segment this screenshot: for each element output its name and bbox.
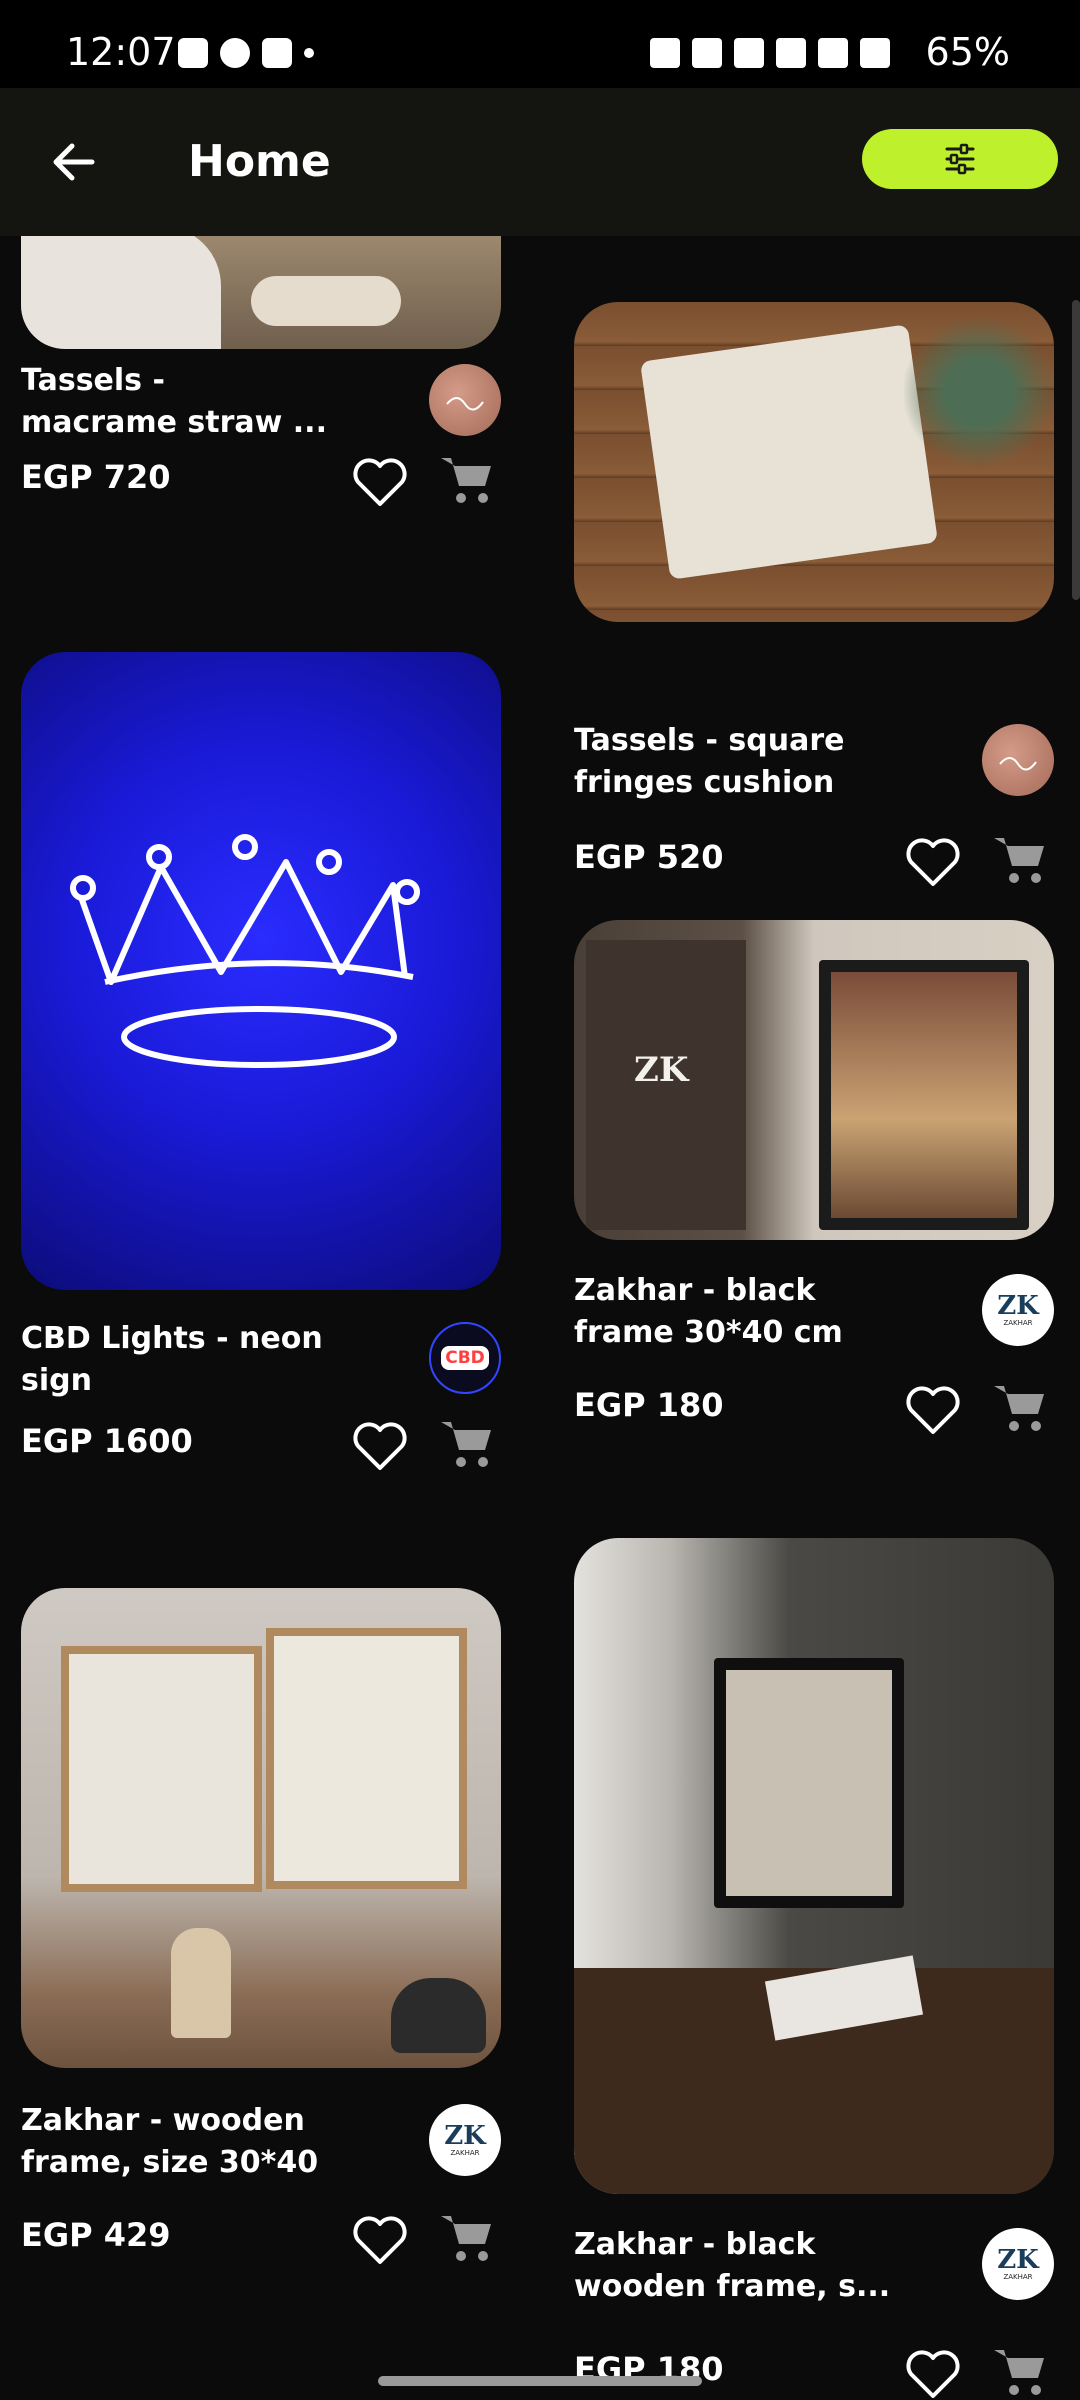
cart-icon[interactable]	[990, 830, 1048, 888]
product-card[interactable]: Tassels - square fringes cushion EGP 520	[574, 302, 1054, 886]
zakhar-logo-subtext: ZAKHAR	[450, 2149, 480, 2157]
heart-icon[interactable]	[352, 2214, 408, 2266]
product-name[interactable]: Zakhar - black frame 30*40 cm	[574, 1270, 954, 1354]
zakhar-logo-text: ZK	[997, 2245, 1039, 2275]
filter-button[interactable]	[862, 129, 1058, 189]
heart-icon[interactable]	[352, 456, 408, 508]
cart-icon[interactable]	[437, 2208, 495, 2266]
zakhar-logo-subtext: ZAKHAR	[1003, 2273, 1033, 2281]
product-card[interactable]: ZK Zakhar - black frame 30*40 cm ZK ZAKH…	[574, 920, 1054, 1520]
cbd-logo-icon[interactable]: CBD	[429, 1322, 501, 1394]
volte-icon	[818, 38, 848, 68]
product-price: EGP 1600	[21, 1422, 193, 1460]
mute-icon	[734, 38, 764, 68]
product-card[interactable]: Zakhar - wooden frame, size 30*40 ZK ZAK…	[21, 1588, 501, 2288]
cart-icon[interactable]	[437, 450, 495, 508]
snapchat-icon	[262, 38, 292, 68]
battery-level: 65%	[925, 30, 1010, 74]
more-notifications-icon	[304, 48, 314, 58]
heart-icon[interactable]	[905, 1384, 961, 1436]
heart-icon[interactable]	[352, 1420, 408, 1472]
back-arrow-icon[interactable]	[44, 132, 104, 192]
signal-icon	[860, 38, 890, 68]
zakhar-logo-icon[interactable]: ZK ZAKHAR	[429, 2104, 501, 2176]
product-image[interactable]: ZK	[574, 920, 1054, 1240]
bluetooth-icon	[692, 38, 722, 68]
app-bar: Home	[0, 88, 1080, 236]
product-price: EGP 520	[574, 838, 724, 876]
battery-saver-icon	[650, 38, 680, 68]
product-name[interactable]: CBD Lights - neon sign	[21, 1318, 401, 1402]
product-image[interactable]	[574, 302, 1054, 622]
zakhar-logo-subtext: ZAKHAR	[1003, 1319, 1033, 1327]
zakhar-watermark: ZK	[634, 1050, 689, 1090]
tassels-logo-icon[interactable]	[982, 724, 1054, 796]
product-image[interactable]	[21, 236, 501, 349]
product-grid: Tassels - macrame straw ... EGP 720 Tass…	[0, 236, 1080, 2400]
gesture-home-bar[interactable]	[378, 2376, 702, 2386]
product-card[interactable]: CBD Lights - neon sign CBD EGP 1600	[21, 652, 501, 1552]
gallery-icon	[178, 38, 208, 68]
scrollbar[interactable]	[1072, 300, 1080, 600]
cart-icon[interactable]	[990, 1378, 1048, 1436]
zakhar-logo-icon[interactable]: ZK ZAKHAR	[982, 1274, 1054, 1346]
page-title: Home	[188, 136, 331, 187]
tassels-logo-icon[interactable]	[429, 364, 501, 436]
product-price: EGP 180	[574, 1386, 724, 1424]
product-image[interactable]	[21, 652, 501, 1290]
zakhar-logo-icon[interactable]: ZK ZAKHAR	[982, 2228, 1054, 2300]
whatsapp-icon	[220, 38, 250, 68]
product-name[interactable]: Zakhar - black wooden frame, s...	[574, 2224, 954, 2308]
product-image[interactable]	[574, 1538, 1054, 2194]
cart-icon[interactable]	[990, 2342, 1048, 2400]
zakhar-logo-text: ZK	[997, 1291, 1039, 1321]
status-time: 12:07	[66, 30, 176, 74]
notification-icons	[178, 38, 314, 68]
system-icons	[650, 38, 890, 68]
heart-icon[interactable]	[905, 2348, 961, 2400]
product-name[interactable]: Zakhar - wooden frame, size 30*40	[21, 2100, 401, 2184]
heart-icon[interactable]	[905, 836, 961, 888]
product-image[interactable]	[21, 1588, 501, 2068]
product-name[interactable]: Tassels - macrame straw ...	[21, 360, 401, 444]
wifi-icon	[776, 38, 806, 68]
cbd-logo-text: CBD	[441, 1346, 489, 1370]
product-card[interactable]: Zakhar - black wooden frame, s... ZK ZAK…	[574, 1538, 1054, 2400]
product-name[interactable]: Tassels - square fringes cushion	[574, 720, 954, 804]
cart-icon[interactable]	[437, 1414, 495, 1472]
sliders-icon	[945, 143, 975, 175]
zakhar-logo-text: ZK	[444, 2121, 486, 2151]
product-card[interactable]: Tassels - macrame straw ... EGP 720	[21, 236, 501, 676]
status-bar: 12:07 65%	[0, 0, 1080, 88]
product-price: EGP 720	[21, 458, 171, 496]
product-price: EGP 429	[21, 2216, 171, 2254]
